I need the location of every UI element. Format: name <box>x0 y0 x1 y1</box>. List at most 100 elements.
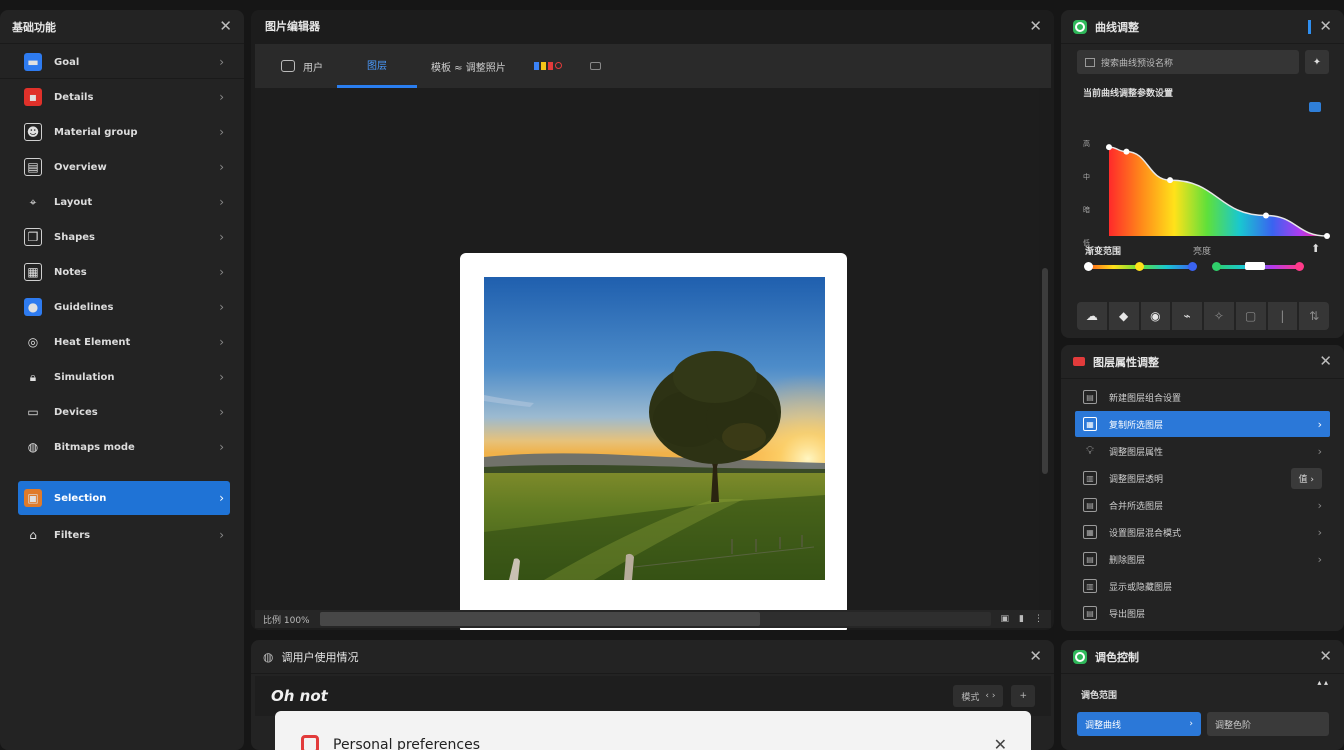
layer-action-blend-mode[interactable]: ▦ 设置图层混合模式 › <box>1075 519 1330 545</box>
layer-action-new-group[interactable]: ▤ 新建图层组合设置 <box>1075 384 1330 410</box>
sidebar-item-bitmaps-mode[interactable]: ◍ Bitmaps mode › <box>18 430 230 464</box>
menu-icon[interactable]: ▮ <box>1019 614 1024 624</box>
rgb-curve-graph[interactable] <box>1105 114 1331 240</box>
sidebar-item-overview[interactable]: ▤ Overview › <box>18 150 230 184</box>
list-item-label: 新建图层组合设置 <box>1109 393 1182 404</box>
expand-icon[interactable]: ▴ ▴ <box>1317 678 1328 687</box>
slider-handle[interactable] <box>1188 262 1197 271</box>
close-icon[interactable]: ✕ <box>1029 18 1042 34</box>
sidebar-item-heat-element[interactable]: ◎ Heat Element › <box>18 325 230 359</box>
close-icon[interactable]: ✕ <box>219 19 232 34</box>
slider-handle[interactable] <box>1245 262 1265 270</box>
more-icon[interactable]: ⋮ <box>1034 614 1043 624</box>
usage-big-label: Oh not <box>271 687 328 705</box>
sidebar-item-selection[interactable]: ▣ Selection › <box>18 481 230 515</box>
sidebar-item-layout[interactable]: ⌖ Layout › <box>18 185 230 219</box>
grid-icon: ▥ <box>1083 471 1097 485</box>
close-icon[interactable]: ✕ <box>1319 354 1332 369</box>
sidebar-item-label: Guidelines <box>54 301 114 313</box>
sparkle-button[interactable]: ✧ <box>1204 302 1234 330</box>
left-panel: 基础功能 ✕ ▬ Goal › ▪ Details › ☻ Material g… <box>0 10 244 750</box>
sidebar-item-notes[interactable]: ▦ Notes › <box>18 255 230 289</box>
tab-templates[interactable]: 模板 ≈ 调整照片 <box>417 44 520 88</box>
layer-action-export[interactable]: ▤ 导出图层 <box>1075 600 1330 626</box>
sidebar-item-shapes[interactable]: ❐ Shapes › <box>18 220 230 254</box>
layers-panel-title: 图层属性调整 <box>1093 355 1159 369</box>
chevron-right-icon: › <box>219 405 224 419</box>
canvas-viewport[interactable] <box>255 88 1039 630</box>
button-label: 调整曲线 <box>1085 720 1122 731</box>
sidebar-item-label: Selection <box>54 492 107 504</box>
color-panel-title: 调色控制 <box>1095 650 1139 664</box>
input-range-slider[interactable] <box>1084 262 1197 271</box>
sidebar-item-goal[interactable]: ▬ Goal › <box>18 45 230 79</box>
sidebar-item-simulation[interactable]: 🔒︎ Simulation › <box>18 360 230 394</box>
vertical-scrollbar[interactable] <box>1039 92 1051 608</box>
photo-frame[interactable] <box>460 253 847 630</box>
opacity-value-pill[interactable]: 值 › <box>1290 467 1322 489</box>
square-icon: ▢ <box>1244 309 1257 323</box>
divider <box>0 78 244 79</box>
list-item-label: 设置图层混合模式 <box>1109 528 1182 539</box>
pill-label: 值 <box>1298 474 1308 485</box>
layer-action-merge[interactable]: ▤ 合并所选图层 › <box>1075 492 1330 518</box>
curve-control-point[interactable] <box>1123 148 1130 155</box>
link-button[interactable]: ⌁ <box>1172 302 1202 330</box>
slider-handle[interactable] <box>1295 262 1304 271</box>
curve-control-point[interactable] <box>1106 144 1112 151</box>
tab-layers[interactable]: 图层 <box>337 44 417 88</box>
scroll-thumb[interactable] <box>319 612 760 626</box>
adjust-curves-button[interactable]: 调整曲线 › <box>1077 712 1201 736</box>
sidebar-item-details[interactable]: ▪ Details › <box>18 80 230 114</box>
curves-panel-title: 曲线调整 <box>1095 20 1139 34</box>
curve-control-point[interactable] <box>1262 212 1269 219</box>
curve-control-point[interactable] <box>1324 233 1330 239</box>
chevron-right-icon: › <box>1317 525 1322 539</box>
list-item-label: 删除图层 <box>1109 555 1146 566</box>
mode-selector[interactable]: 模式 ‹ › <box>953 685 1004 707</box>
slider-handle[interactable] <box>1135 262 1144 271</box>
layer-action-opacity[interactable]: ▥ 调整图层透明 值 › <box>1075 465 1330 491</box>
sidebar-item-material-group[interactable]: ☻ Material group › <box>18 115 230 149</box>
close-icon[interactable]: ✕ <box>1029 649 1042 664</box>
output-range-slider[interactable] <box>1212 262 1304 271</box>
auto-button[interactable]: ☁ <box>1077 302 1107 330</box>
layer-action-properties[interactable]: 💡︎ 调整图层属性 › <box>1075 438 1330 464</box>
sort-button[interactable]: ⇅ <box>1299 302 1329 330</box>
preset-search-input[interactable]: 搜索曲线预设名称 <box>1077 50 1299 74</box>
layer-action-delete[interactable]: ▤ 删除图层 › <box>1075 546 1330 572</box>
circle-button[interactable]: ◉ <box>1140 302 1171 330</box>
landscape-photo <box>484 277 825 580</box>
slider-handle[interactable] <box>1212 262 1221 271</box>
auto-button[interactable]: ✦ <box>1305 50 1329 74</box>
sidebar-item-filters[interactable]: ⌂ Filters › <box>18 518 230 552</box>
sidebar-item-devices[interactable]: ▭ Devices › <box>18 395 230 429</box>
layer-action-visibility[interactable]: ▥ 显示或隐藏图层 <box>1075 573 1330 599</box>
pin-icon[interactable] <box>1308 19 1312 34</box>
slider-handle[interactable] <box>1084 262 1093 271</box>
tab-camera[interactable] <box>576 44 615 88</box>
tag-button[interactable]: ◆ <box>1108 302 1139 330</box>
tab-colors[interactable] <box>520 44 576 88</box>
add-button[interactable]: + <box>1011 685 1035 707</box>
close-icon[interactable]: ✕ <box>1319 19 1332 34</box>
tab-users[interactable]: 用户 <box>267 44 337 88</box>
horizontal-scrollbar[interactable] <box>319 612 991 626</box>
list-item-label: 显示或隐藏图层 <box>1109 582 1173 593</box>
close-icon[interactable]: ✕ <box>994 735 1007 750</box>
chevron-right-icon: › <box>219 265 224 279</box>
bar-button[interactable]: | <box>1267 302 1298 330</box>
arrow-up-icon[interactable]: ⬆ <box>1311 242 1320 255</box>
preferences-icon <box>301 735 319 750</box>
curve-control-point[interactable] <box>1167 177 1174 184</box>
sidebar-item-guidelines[interactable]: ● Guidelines › <box>18 290 230 324</box>
square-button[interactable]: ▢ <box>1235 302 1266 330</box>
fit-icon[interactable]: ▣ <box>1001 614 1010 624</box>
scroll-thumb[interactable] <box>1042 268 1048 474</box>
layer-action-duplicate[interactable]: ▦ 复制所选图层 › <box>1075 411 1330 437</box>
close-icon[interactable]: ✕ <box>1319 649 1332 664</box>
adjust-levels-button[interactable]: 调整色阶 <box>1207 712 1329 736</box>
sparkle-icon: ✧ <box>1213 309 1224 323</box>
link-icon: ⌁ <box>1183 309 1191 323</box>
graph-settings-icon[interactable] <box>1309 102 1321 112</box>
